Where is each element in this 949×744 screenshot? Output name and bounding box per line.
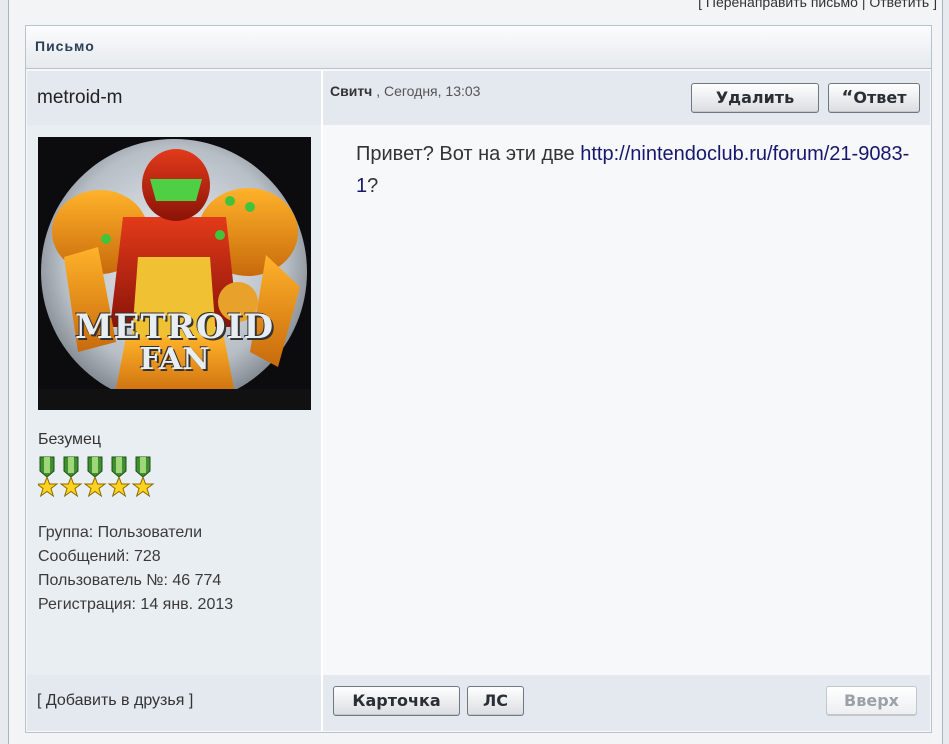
author-name[interactable]: metroid-m xyxy=(37,87,123,109)
message-date: Сегодня, 13:03 xyxy=(383,83,481,99)
user-registration: Регистрация: 14 янв. 2013 xyxy=(38,596,234,613)
page-right-border xyxy=(942,0,949,744)
add-friend-link[interactable]: [ Добавить в друзья ] xyxy=(37,692,193,710)
message-meta: Свитч , Сегодня, 13:03 xyxy=(330,83,480,99)
user-number: Пользователь №: 46 774 xyxy=(38,572,222,589)
link-divider: | xyxy=(861,0,866,10)
body-suffix: ? xyxy=(367,175,379,197)
meta-separator: , xyxy=(376,83,381,99)
medal-icon xyxy=(107,456,131,498)
medal-icon xyxy=(35,456,59,498)
body-text: Привет? Вот на эти две xyxy=(356,143,581,165)
avatar-caption-top: METROID xyxy=(74,307,275,347)
user-rank: Безумец xyxy=(38,431,102,448)
avatar-caption-bottom: FAN xyxy=(139,342,210,377)
top-links: [ Перенаправить письмо | Ответить ] xyxy=(698,0,937,10)
reply-button-label: Ответ xyxy=(853,88,907,107)
user-group: Группа: Пользователи xyxy=(38,524,203,541)
message-content-row: METROID FAN Безумец Группа: Пользователи… xyxy=(27,125,930,675)
message-header: Письмо xyxy=(26,26,931,69)
medal-icon xyxy=(59,456,83,498)
quote-icon: “ xyxy=(841,87,854,108)
medal-icon xyxy=(83,456,107,498)
bracket-open: [ xyxy=(698,0,702,10)
rank-medal-icons xyxy=(35,456,155,498)
user-post-count: Сообщений: 728 xyxy=(38,548,161,565)
profile-panel: METROID FAN Безумец Группа: Пользователи… xyxy=(27,125,321,675)
profile-card-button[interactable]: Карточка xyxy=(333,686,460,716)
column-divider xyxy=(321,675,323,731)
reply-button[interactable]: “Ответ xyxy=(828,83,920,113)
message-body: Привет? Вот на эти две http://nintendocl… xyxy=(356,138,921,202)
column-divider xyxy=(321,71,323,125)
message-info-row: metroid-m Свитч , Сегодня, 13:03 Удалить… xyxy=(27,71,930,125)
medal-icon xyxy=(131,456,155,498)
delete-button[interactable]: Удалить xyxy=(691,83,819,113)
user-stats: Группа: Пользователи Сообщений: 728 Поль… xyxy=(38,521,233,617)
message-box: Письмо metroid-m Свитч , Сегодня, 13:03 … xyxy=(25,25,932,733)
message-actions-row: [ Добавить в друзья ] Карточка ЛС Вверх xyxy=(27,675,930,731)
private-message-button[interactable]: ЛС xyxy=(467,686,524,716)
rank-medals xyxy=(35,455,158,504)
sender-name[interactable]: Свитч xyxy=(330,83,372,99)
bracket-close: ] xyxy=(933,0,937,10)
forward-message-link[interactable]: Перенаправить письмо xyxy=(706,0,858,10)
user-avatar: METROID FAN xyxy=(38,137,311,410)
reply-link[interactable]: Ответить xyxy=(869,0,929,10)
message-header-title: Письмо xyxy=(35,38,95,54)
message-body-panel: Привет? Вот на эти две http://nintendocl… xyxy=(323,125,930,675)
page-left-border xyxy=(0,0,9,744)
scroll-top-button[interactable]: Вверх xyxy=(826,686,917,716)
